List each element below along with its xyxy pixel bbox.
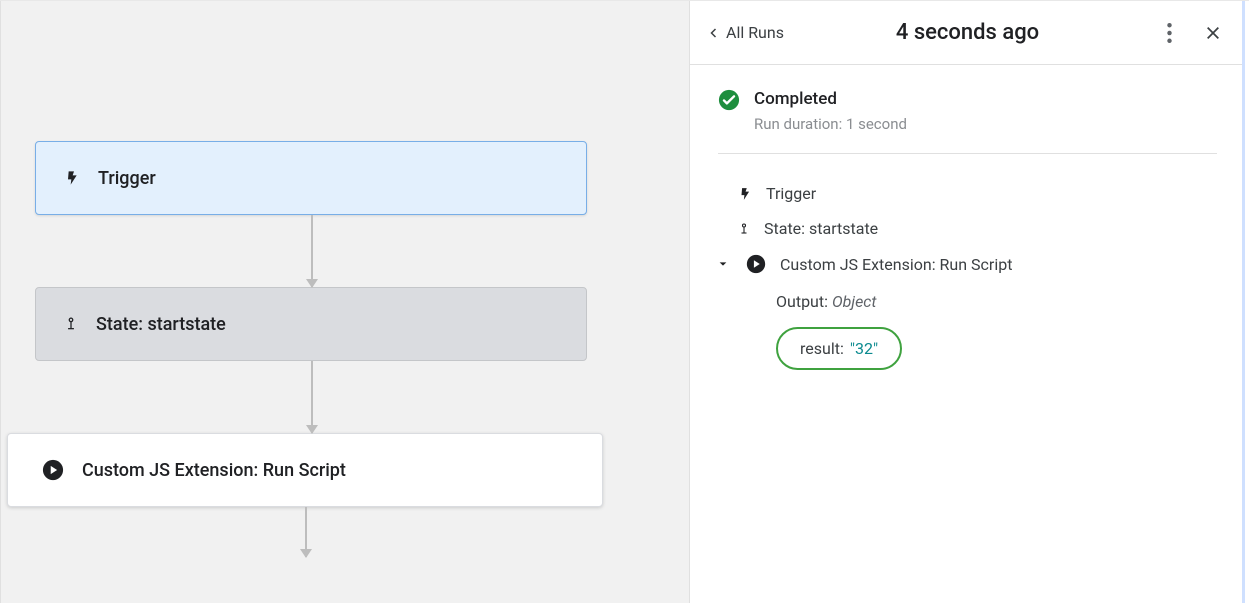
panel-right-accent: [1242, 1, 1245, 603]
check-circle-icon: [718, 89, 740, 111]
flow-node-action-label: Custom JS Extension: Run Script: [82, 460, 346, 481]
play-circle-icon: [42, 459, 64, 481]
back-to-all-runs-link[interactable]: All Runs: [708, 23, 784, 42]
flow-node-action[interactable]: Custom JS Extension: Run Script: [7, 433, 603, 507]
run-step-action[interactable]: Custom JS Extension: Run Script: [718, 246, 1217, 282]
run-step-state[interactable]: State: startstate: [718, 211, 1217, 246]
run-step-state-label: State: startstate: [764, 219, 878, 238]
status-title: Completed: [754, 89, 907, 109]
more-options-button[interactable]: [1155, 19, 1183, 47]
run-step-trigger[interactable]: Trigger: [718, 176, 1217, 211]
panel-header: All Runs 4 seconds ago: [690, 1, 1245, 65]
run-step-action-label: Custom JS Extension: Run Script: [780, 255, 1012, 274]
output-result-key: result:: [800, 339, 844, 358]
back-link-label: All Runs: [726, 23, 784, 42]
bolt-icon: [64, 168, 80, 188]
output-result-value: "32": [850, 339, 878, 358]
chevron-left-icon: [708, 25, 720, 41]
kebab-icon: [1167, 23, 1172, 43]
flow-node-state-label: State: startstate: [96, 314, 226, 335]
run-status: Completed Run duration: 1 second: [718, 89, 1217, 154]
run-step-trigger-label: Trigger: [766, 184, 816, 203]
action-output: Output: Object result: "32": [718, 292, 1217, 370]
flow-canvas[interactable]: Trigger State: startstate Custom JS Exte…: [0, 1, 690, 603]
output-type: Object: [832, 292, 877, 311]
output-label: Output:: [776, 292, 828, 311]
flow-connector: [305, 507, 307, 557]
milestone-icon: [738, 220, 750, 238]
close-panel-button[interactable]: [1199, 19, 1227, 47]
panel-title: 4 seconds ago: [896, 20, 1039, 45]
milestone-icon: [64, 314, 78, 334]
bolt-icon: [738, 185, 752, 203]
flow-node-state[interactable]: State: startstate: [35, 287, 587, 361]
output-result: result: "32": [776, 327, 902, 370]
flow-node-trigger-label: Trigger: [98, 168, 156, 189]
status-subtitle: Run duration: 1 second: [754, 115, 907, 133]
play-circle-icon: [746, 254, 766, 274]
run-details-panel: All Runs 4 seconds ago Completed Run du: [690, 1, 1249, 603]
close-icon: [1205, 25, 1221, 41]
flow-connector: [311, 215, 313, 287]
flow-connector: [311, 361, 313, 433]
flow-node-trigger[interactable]: Trigger: [35, 141, 587, 215]
caret-down-icon: [718, 259, 732, 269]
